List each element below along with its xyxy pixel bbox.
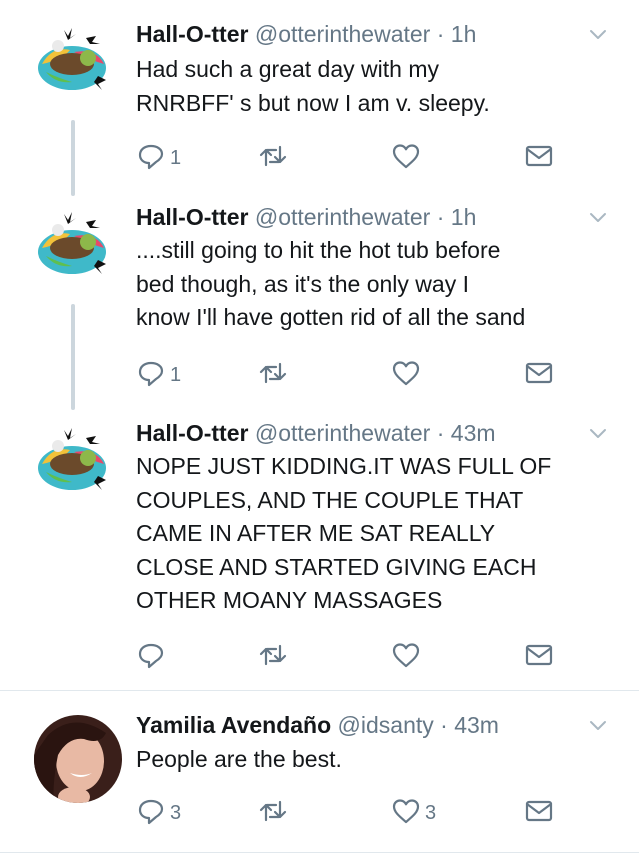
tweet-text-line: know I'll have gotten rid of all the san… xyxy=(136,304,526,330)
tweet-text: Had such a great day with my RNRBFF' s b… xyxy=(136,53,616,120)
reply-icon xyxy=(136,141,166,176)
username[interactable]: @otterinthewater xyxy=(255,420,431,446)
tweet-actions: 3 3 xyxy=(136,796,566,830)
tweet-text-line: Had such a great day with my xyxy=(136,56,439,82)
display-name[interactable]: Hall-O-tter xyxy=(136,21,248,47)
tweet[interactable]: Hall-O-tter @otterinthewater · 1h ....st… xyxy=(0,196,639,410)
envelope-icon xyxy=(524,358,554,393)
username[interactable]: @otterinthewater xyxy=(255,204,431,230)
direct-message-button[interactable] xyxy=(524,796,554,830)
heart-icon xyxy=(391,141,421,176)
chevron-down-icon[interactable] xyxy=(586,421,610,445)
display-name[interactable]: Yamilia Avendaño xyxy=(136,712,331,738)
retweet-button[interactable] xyxy=(258,141,292,175)
tweet-text-line: People are the best. xyxy=(136,746,342,772)
timestamp[interactable]: 1h xyxy=(451,204,477,230)
direct-message-button[interactable] xyxy=(524,141,554,175)
tweet-header: Hall-O-tter @otterinthewater · 43m xyxy=(136,419,496,447)
username[interactable]: @otterinthewater xyxy=(255,21,431,47)
display-name[interactable]: Hall-O-tter xyxy=(136,204,248,230)
separator-dot: · xyxy=(436,420,445,446)
reply-icon xyxy=(136,640,166,675)
retweet-icon xyxy=(258,640,288,675)
otter-avatar[interactable] xyxy=(36,24,108,96)
like-button[interactable] xyxy=(391,141,425,175)
tweet[interactable]: Yamilia Avendaño @idsanty · 43m People a… xyxy=(0,691,639,853)
tweet[interactable]: Hall-O-tter @otterinthewater · 1h Had su… xyxy=(0,0,639,196)
tweet-text-line: bed though, as it's the only way I xyxy=(136,270,469,297)
chevron-down-icon[interactable] xyxy=(586,713,610,737)
tweet-text-line: CAME IN AFTER ME SAT REALLY xyxy=(136,520,496,546)
separator-dot: · xyxy=(440,712,448,738)
envelope-icon xyxy=(524,796,554,831)
like-count: 3 xyxy=(425,801,437,824)
tweet-header: Yamilia Avendaño @idsanty · 43m xyxy=(136,711,499,739)
like-button[interactable]: 3 xyxy=(391,796,436,830)
retweet-button[interactable] xyxy=(258,358,292,392)
otter-avatar[interactable] xyxy=(36,424,108,496)
retweet-button[interactable] xyxy=(258,640,292,674)
timestamp[interactable]: 43m xyxy=(451,420,496,446)
timestamp[interactable]: 1h xyxy=(451,21,477,47)
chevron-down-icon[interactable] xyxy=(586,205,610,229)
like-button[interactable] xyxy=(391,358,425,392)
chevron-down-icon[interactable] xyxy=(586,22,610,46)
reply-button[interactable]: 1 xyxy=(136,141,181,175)
tweet-text: NOPE JUST KIDDING.IT WAS FULL OF COUPLES… xyxy=(136,450,616,618)
direct-message-button[interactable] xyxy=(524,358,554,392)
otter-avatar[interactable] xyxy=(36,208,108,280)
tweet-actions xyxy=(136,640,566,674)
reply-count: 3 xyxy=(170,801,182,824)
separator-dot: · xyxy=(436,204,445,230)
retweet-button[interactable] xyxy=(258,796,292,830)
direct-message-button[interactable] xyxy=(524,640,554,674)
tweet-actions: 1 xyxy=(136,141,566,175)
tweet-text: ....still going to hit the hot tub befor… xyxy=(136,234,616,335)
tweet-actions: 1 xyxy=(136,358,566,392)
timestamp[interactable]: 43m xyxy=(454,712,499,738)
tweet-text-line: NOPE JUST KIDDING.IT WAS FULL OF xyxy=(136,453,552,479)
heart-icon xyxy=(391,358,421,393)
reply-count: 1 xyxy=(170,363,182,386)
reply-count: 1 xyxy=(170,146,182,169)
reply-button[interactable] xyxy=(136,640,170,674)
tweet-text-line: CLOSE AND STARTED GIVING EACH xyxy=(136,553,537,580)
tweet-text: People are the best. xyxy=(136,743,616,777)
reply-button[interactable]: 3 xyxy=(136,796,181,830)
display-name[interactable]: Hall-O-tter xyxy=(136,420,248,446)
envelope-icon xyxy=(524,640,554,675)
like-button[interactable] xyxy=(391,640,425,674)
retweet-icon xyxy=(258,796,288,831)
retweet-icon xyxy=(258,141,288,176)
envelope-icon xyxy=(524,141,554,176)
username[interactable]: @idsanty xyxy=(338,712,434,738)
reply-icon xyxy=(136,796,166,831)
reply-icon xyxy=(136,358,166,393)
separator-dot: · xyxy=(436,21,445,47)
tweet[interactable]: Hall-O-tter @otterinthewater · 43m NOPE … xyxy=(0,410,639,690)
avatar[interactable] xyxy=(34,715,122,803)
reply-button[interactable]: 1 xyxy=(136,358,181,392)
heart-icon xyxy=(391,640,421,675)
tweet-header: Hall-O-tter @otterinthewater · 1h xyxy=(136,203,476,231)
heart-icon xyxy=(391,796,421,831)
tweet-text-line: OTHER MOANY MASSAGES xyxy=(136,587,443,613)
tweet-text-line: RNRBFF' s but now I am v. sleepy. xyxy=(136,89,490,116)
tweet-text-line: ....still going to hit the hot tub befor… xyxy=(136,237,501,263)
retweet-icon xyxy=(258,358,288,393)
tweet-header: Hall-O-tter @otterinthewater · 1h xyxy=(136,20,476,48)
tweet-text-line: COUPLES, AND THE COUPLE THAT xyxy=(136,486,524,513)
